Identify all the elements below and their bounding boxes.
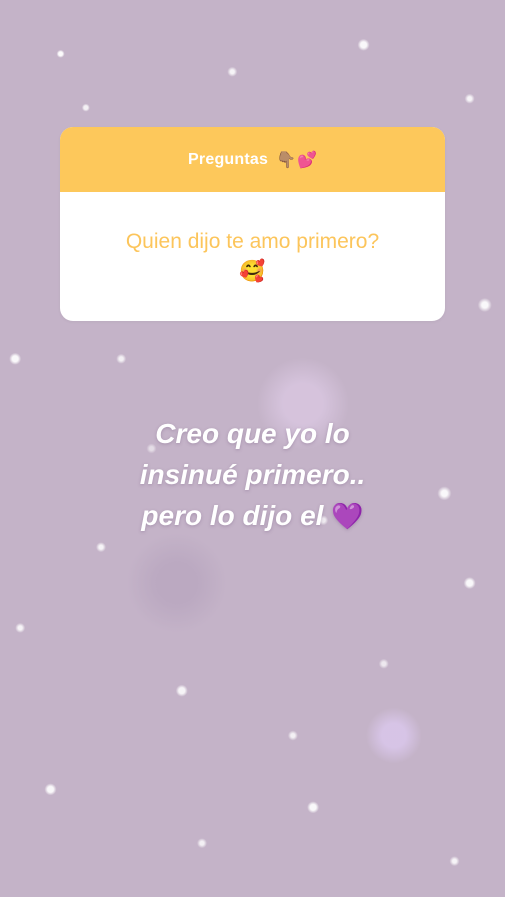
answer-text: Creo que yo lo insinué primero.. pero lo… bbox=[60, 413, 445, 537]
answer-line-3-text: pero lo dijo el bbox=[141, 500, 324, 531]
header-emojis: 👇🏽 💕 bbox=[276, 149, 317, 169]
answer-line-1: Creo que yo lo bbox=[155, 418, 350, 449]
purple-heart-emoji-icon: 💜 bbox=[331, 501, 364, 531]
pointing-down-emoji-icon: 👇🏽 bbox=[276, 149, 297, 169]
question-sticker-title: Preguntas bbox=[188, 150, 269, 168]
answer-line-3: pero lo dijo el 💜 bbox=[60, 495, 445, 537]
two-hearts-emoji-icon: 💕 bbox=[297, 149, 317, 169]
answer-line-2: insinué primero.. bbox=[139, 459, 366, 490]
question-sticker-body: Quien dijo te amo primero? 🥰 bbox=[60, 192, 445, 321]
question-sticker[interactable]: Preguntas 👇🏽 💕 Quien dijo te amo primero… bbox=[60, 127, 445, 321]
question-sticker-header: Preguntas 👇🏽 💕 bbox=[60, 127, 445, 192]
smiling-face-with-hearts-emoji-icon: 🥰 bbox=[239, 259, 266, 283]
question-text: Quien dijo te amo primero? bbox=[125, 230, 380, 253]
